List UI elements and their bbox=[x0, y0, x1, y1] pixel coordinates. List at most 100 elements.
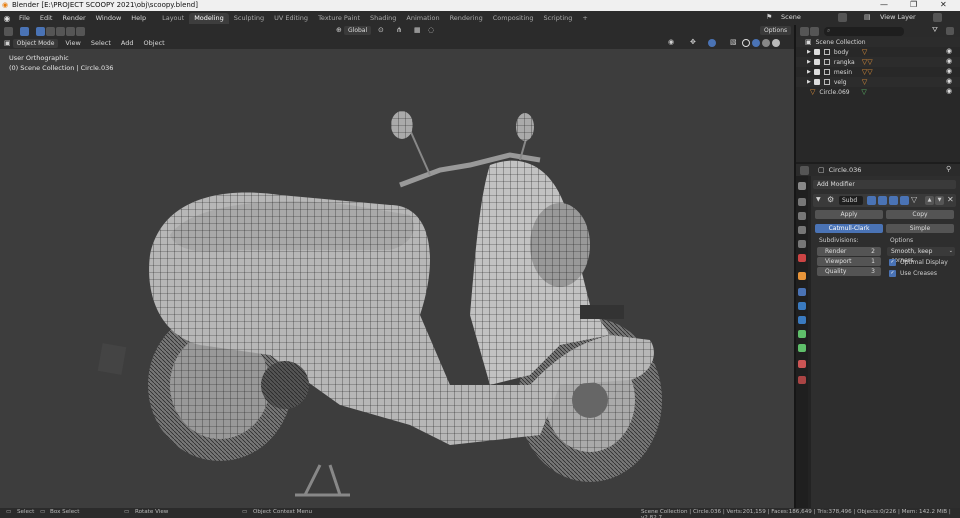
snap-target-icon[interactable]: ▦ bbox=[414, 26, 421, 34]
expand-arrow-icon[interactable]: ▶ bbox=[807, 59, 811, 65]
xray-icon[interactable]: ▧ bbox=[730, 38, 737, 46]
exclude-checkbox[interactable] bbox=[813, 59, 820, 65]
select-intersect-mode-icon[interactable] bbox=[76, 26, 85, 36]
expand-arrow-icon[interactable]: ▶ bbox=[807, 79, 811, 85]
render-tab-icon[interactable] bbox=[798, 198, 806, 206]
tab-rendering[interactable]: Rendering bbox=[445, 13, 488, 24]
tab-compositing[interactable]: Compositing bbox=[488, 13, 539, 24]
use-creases-checkbox[interactable]: ✓ Use Creases bbox=[889, 270, 937, 277]
tab-modeling[interactable]: Modeling bbox=[189, 13, 229, 24]
tree-row-rangka[interactable]: ▶ rangka ▽▽ ◉ bbox=[796, 57, 960, 67]
uv-smooth-dropdown[interactable]: Smooth, keep corners ⌄ bbox=[887, 247, 955, 264]
object-tab-icon[interactable] bbox=[798, 272, 806, 280]
view-layer-name[interactable]: View Layer bbox=[880, 13, 916, 21]
scooter-mesh[interactable] bbox=[90, 55, 680, 505]
expand-arrow-icon[interactable]: ▶ bbox=[807, 49, 811, 55]
edit-mode-toggle-icon[interactable] bbox=[867, 196, 876, 205]
exclude-checkbox[interactable] bbox=[813, 69, 820, 75]
exclude-checkbox[interactable] bbox=[813, 49, 820, 55]
3d-viewport[interactable]: User Orthographic (0) Scene Collection |… bbox=[0, 49, 794, 508]
particles-tab-icon[interactable] bbox=[798, 302, 806, 310]
tree-row-velg[interactable]: ▶ velg ▽ ◉ bbox=[796, 77, 960, 87]
rendered-shading-icon[interactable] bbox=[772, 39, 780, 47]
expand-arrow-icon[interactable]: ▶ bbox=[807, 69, 811, 75]
gizmo-icon[interactable]: ✥ bbox=[690, 38, 696, 46]
scene-tab-icon[interactable] bbox=[798, 240, 806, 248]
kickstand[interactable] bbox=[295, 464, 350, 497]
pin-icon[interactable]: ⚲ bbox=[946, 165, 951, 173]
overlay-icon[interactable] bbox=[708, 39, 716, 47]
render-toggle-icon[interactable] bbox=[889, 196, 898, 205]
select-box-mode-icon[interactable] bbox=[36, 26, 45, 36]
tab-animation[interactable]: Animation bbox=[401, 13, 444, 24]
add-workspace-button[interactable]: + bbox=[577, 13, 592, 24]
tab-sculpting[interactable]: Sculpting bbox=[229, 13, 269, 24]
visibility-eye-icon[interactable]: ◉ bbox=[946, 67, 952, 75]
output-tab-icon[interactable] bbox=[798, 212, 806, 220]
data-tab-icon[interactable] bbox=[798, 344, 806, 352]
view-layer-tab-icon[interactable] bbox=[798, 226, 806, 234]
new-scene-icon[interactable] bbox=[838, 13, 847, 22]
catmull-clark-toggle[interactable]: Catmull-Clark bbox=[815, 224, 883, 233]
move-down-icon[interactable]: ▼ bbox=[935, 196, 944, 205]
pivot-point-icon[interactable]: ⊙ bbox=[378, 26, 384, 34]
visibility-eye-icon[interactable]: ◉ bbox=[946, 57, 952, 65]
scene-name[interactable]: Scene bbox=[781, 13, 801, 21]
new-collection-icon[interactable] bbox=[946, 27, 954, 35]
object-mode-icon[interactable]: ▣ bbox=[4, 39, 11, 47]
close-button[interactable]: ✕ bbox=[940, 0, 947, 9]
maximize-button[interactable]: ❐ bbox=[910, 0, 917, 9]
select-invert-mode-icon[interactable] bbox=[66, 26, 75, 36]
simple-toggle[interactable]: Simple bbox=[886, 224, 954, 233]
material-shading-icon[interactable] bbox=[762, 39, 770, 47]
world-tab-icon[interactable] bbox=[798, 254, 806, 262]
transform-orientation-dropdown[interactable]: Global bbox=[344, 26, 372, 35]
menu-window[interactable]: Window bbox=[91, 11, 127, 25]
proportional-edit-icon[interactable]: ◌ bbox=[428, 26, 434, 34]
view-layer-icon[interactable]: ▤ bbox=[864, 13, 871, 21]
add-modifier-dropdown[interactable]: Add Modifier bbox=[813, 180, 956, 189]
texture-tab-icon[interactable] bbox=[798, 376, 806, 384]
outliner-editor-icon[interactable] bbox=[800, 26, 809, 36]
copy-button[interactable]: Copy bbox=[886, 210, 954, 219]
modifier-tab-icon[interactable] bbox=[798, 288, 806, 296]
quality-field[interactable]: Quality 3 bbox=[817, 267, 881, 276]
wireframe-shading-icon[interactable] bbox=[742, 39, 750, 47]
move-up-icon[interactable]: ▲ bbox=[925, 196, 934, 205]
exclude-checkbox[interactable] bbox=[813, 79, 820, 85]
visibility-eye-icon[interactable]: ◉ bbox=[946, 77, 952, 85]
tree-row-circle-069[interactable]: ▽ Circle.069 ▽ ◉ bbox=[796, 87, 960, 97]
tab-uv-editing[interactable]: UV Editing bbox=[269, 13, 313, 24]
new-view-layer-icon[interactable] bbox=[933, 13, 942, 22]
tree-row-body[interactable]: ▶ body ▽ ◉ bbox=[796, 47, 960, 57]
object-mode-dropdown[interactable]: Object Mode bbox=[12, 38, 59, 48]
constraints-tab-icon[interactable] bbox=[798, 330, 806, 338]
outliner-search-input[interactable]: ⌕ bbox=[824, 26, 904, 36]
select-extend-mode-icon[interactable] bbox=[46, 26, 55, 36]
visibility-eye-icon[interactable]: ◉ bbox=[946, 47, 952, 55]
render-levels-field[interactable]: Render 2 bbox=[817, 247, 881, 256]
transform-orientation-icon[interactable]: ⊕ bbox=[336, 26, 342, 34]
properties-editor-icon[interactable] bbox=[800, 165, 809, 175]
filter-icon[interactable]: ⛛ bbox=[932, 26, 938, 35]
scene-icon[interactable]: ⚑ bbox=[766, 13, 772, 21]
tab-texture-paint[interactable]: Texture Paint bbox=[313, 13, 365, 24]
minimize-button[interactable]: — bbox=[880, 0, 888, 9]
menu-add[interactable]: Add bbox=[116, 37, 139, 49]
snap-icon[interactable]: ⋔ bbox=[396, 26, 402, 34]
editor-type-icon[interactable] bbox=[4, 26, 13, 36]
physics-tab-icon[interactable] bbox=[798, 316, 806, 324]
options-dropdown[interactable]: Options bbox=[760, 26, 792, 35]
tree-row-mesin[interactable]: ▶ mesin ▽▽ ◉ bbox=[796, 67, 960, 77]
remove-modifier-icon[interactable]: ✕ bbox=[947, 195, 954, 204]
menu-help[interactable]: Help bbox=[126, 11, 151, 25]
menu-render[interactable]: Render bbox=[57, 11, 90, 25]
modifier-name-field[interactable]: Subd bbox=[839, 196, 863, 205]
menu-object[interactable]: Object bbox=[139, 37, 170, 49]
collapse-arrow-icon[interactable]: ▼ bbox=[816, 196, 821, 203]
visibility-eye-icon[interactable]: ◉ bbox=[946, 87, 952, 95]
solid-shading-icon[interactable] bbox=[752, 39, 760, 47]
menu-view[interactable]: View bbox=[60, 37, 85, 49]
blender-menu-icon[interactable]: ◉ bbox=[0, 14, 14, 23]
menu-edit[interactable]: Edit bbox=[35, 11, 58, 25]
